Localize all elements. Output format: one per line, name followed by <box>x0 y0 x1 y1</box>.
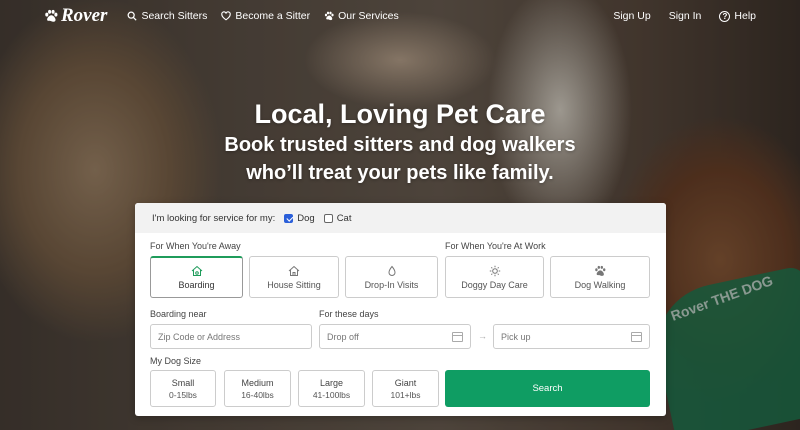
hero-headline: Local, Loving Pet Care Book trusted sitt… <box>0 98 800 186</box>
size-small-range: 0-15lbs <box>169 389 197 400</box>
days-label: For these days <box>319 309 379 319</box>
nav-search-sitters[interactable]: Search Sitters <box>127 10 207 22</box>
pick-up-placeholder: Pick up <box>501 331 531 342</box>
size-medium-range: 16-40lbs <box>241 389 274 400</box>
rover-logo[interactable]: Rover <box>44 5 107 27</box>
size-giant-range: 101+lbs <box>390 389 421 400</box>
sign-in-link[interactable]: Sign In <box>669 10 702 22</box>
service-for-label: I'm looking for service for my: <box>152 212 276 224</box>
service-boarding[interactable]: Boarding <box>150 256 243 298</box>
hero-subtitle-1: Book trusted sitters and dog walkers <box>224 134 576 156</box>
sign-up-link[interactable]: Sign Up <box>613 10 650 22</box>
dog-size-label: My Dog Size <box>150 356 202 366</box>
brand-name: Rover <box>61 5 108 26</box>
checkbox-unchecked-icon <box>323 213 333 223</box>
search-icon <box>127 11 138 21</box>
paw-walk-icon <box>595 265 606 276</box>
search-card: I'm looking for service for my: Dog Cat … <box>135 203 666 416</box>
nav-search-sitters-label: Search Sitters <box>141 10 208 22</box>
drop-off-input[interactable]: Drop off <box>319 324 471 349</box>
size-small[interactable]: Small 0-15lbs <box>150 370 216 407</box>
nav-our-services-label: Our Services <box>338 10 399 22</box>
dog-bandana <box>646 265 800 430</box>
service-drop-in[interactable]: Drop-In Visits <box>345 256 438 298</box>
calendar-icon <box>631 331 642 342</box>
house-sitting-icon <box>288 265 300 276</box>
service-day-care[interactable]: Doggy Day Care <box>445 256 544 298</box>
size-medium-label: Medium <box>241 377 274 388</box>
top-nav: Rover Search Sitters Become a Sitter Our… <box>0 0 800 32</box>
size-medium[interactable]: Medium 16-40lbs <box>224 370 291 407</box>
service-dog-walking-label: Dog Walking <box>574 279 626 290</box>
size-small-label: Small <box>171 377 195 388</box>
nav-right: Sign Up Sign In ? Help <box>613 10 756 22</box>
dog-checkbox[interactable]: Dog <box>284 212 315 224</box>
nav-become-sitter-label: Become a Sitter <box>235 10 311 22</box>
drop-off-placeholder: Drop off <box>327 331 359 342</box>
calendar-icon <box>452 331 463 342</box>
size-giant-label: Giant <box>394 377 417 388</box>
zip-placeholder: Zip Code or Address <box>158 331 241 342</box>
arrow-right-icon: → <box>478 331 487 341</box>
sun-dog-icon <box>489 265 500 276</box>
hero-title: Local, Loving Pet Care <box>254 99 546 129</box>
nav-become-sitter[interactable]: Become a Sitter <box>221 10 310 22</box>
drop-in-icon <box>387 265 396 276</box>
dog-label: Dog <box>297 212 315 224</box>
size-giant[interactable]: Giant 101+lbs <box>372 370 439 407</box>
service-day-care-label: Doggy Day Care <box>461 279 528 290</box>
pick-up-input[interactable]: Pick up <box>493 324 650 349</box>
zip-input[interactable]: Zip Code or Address <box>150 324 312 349</box>
house-dog-icon <box>191 265 202 276</box>
cat-label: Cat <box>336 212 352 224</box>
work-label: For When You're At Work <box>445 241 546 251</box>
service-drop-in-label: Drop-In Visits <box>364 279 419 290</box>
away-label: For When You're Away <box>150 241 241 251</box>
service-boarding-label: Boarding <box>178 280 215 290</box>
size-large-label: Large <box>319 377 344 388</box>
help-label: Help <box>734 10 756 22</box>
pet-type-bar: I'm looking for service for my: Dog Cat <box>135 203 666 233</box>
nav-our-services[interactable]: Our Services <box>324 10 399 22</box>
hero-subtitle-2: who’ll treat your pets like family. <box>246 162 554 184</box>
size-large-range: 41-100lbs <box>312 389 351 400</box>
service-house-sitting[interactable]: House Sitting <box>249 256 339 298</box>
service-dog-walking[interactable]: Dog Walking <box>550 256 650 298</box>
service-house-sitting-label: House Sitting <box>267 279 321 290</box>
bandana-text: Rover THE DOG <box>668 272 775 324</box>
checkbox-checked-icon <box>284 213 294 223</box>
boarding-near-label: Boarding near <box>150 309 207 319</box>
heart-icon <box>221 11 232 21</box>
paw-icon <box>324 11 334 21</box>
help-link[interactable]: ? Help <box>719 10 756 22</box>
help-icon: ? <box>719 10 731 22</box>
size-large[interactable]: Large 41-100lbs <box>298 370 365 407</box>
search-button[interactable]: Search <box>445 370 650 407</box>
cat-checkbox[interactable]: Cat <box>323 212 352 224</box>
paw-icon <box>45 9 58 22</box>
